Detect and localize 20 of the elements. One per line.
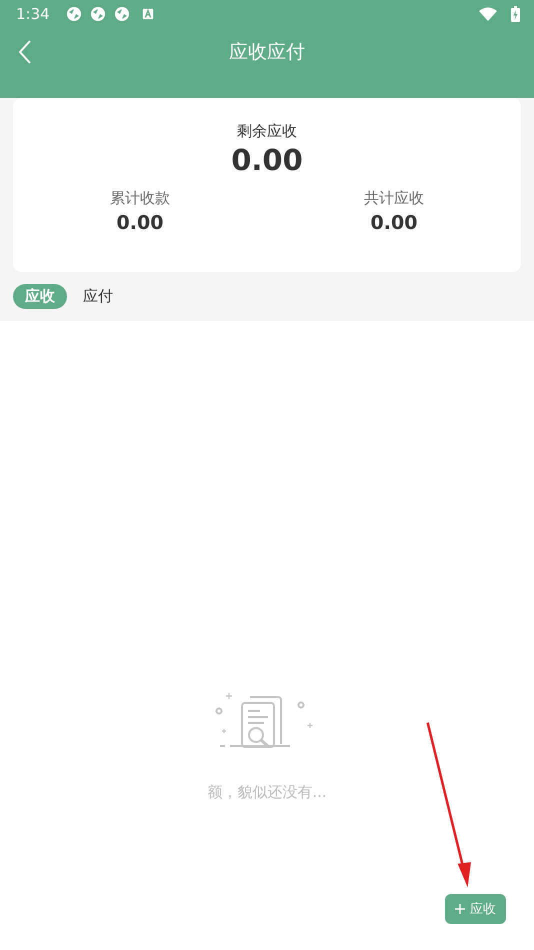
- app-notification-icon: [114, 6, 130, 22]
- back-icon[interactable]: [19, 40, 31, 64]
- remaining-label: 剩余应收: [237, 122, 297, 141]
- keyboard-notification-icon: [142, 8, 154, 20]
- remaining-value: 0.00: [231, 143, 303, 177]
- battery-icon: [511, 6, 520, 22]
- stat-label: 共计应收: [364, 189, 424, 208]
- empty-message: 额，貌似还没有...: [207, 783, 327, 802]
- app-notification-icon: [90, 6, 106, 22]
- page-title: 应收应付: [229, 40, 305, 64]
- stat-label: 累计收款: [110, 189, 170, 208]
- app-notification-icon: [66, 6, 82, 22]
- stat-value: 0.00: [116, 212, 164, 234]
- wifi-icon: [479, 7, 497, 21]
- status-time: 1:34: [16, 5, 50, 23]
- stat-value: 0.00: [370, 212, 418, 234]
- add-receivable-button[interactable]: 应收: [445, 894, 506, 924]
- tab[interactable]: 应付: [71, 284, 125, 309]
- tab[interactable]: 应收: [13, 284, 67, 309]
- plus-icon: [455, 904, 465, 914]
